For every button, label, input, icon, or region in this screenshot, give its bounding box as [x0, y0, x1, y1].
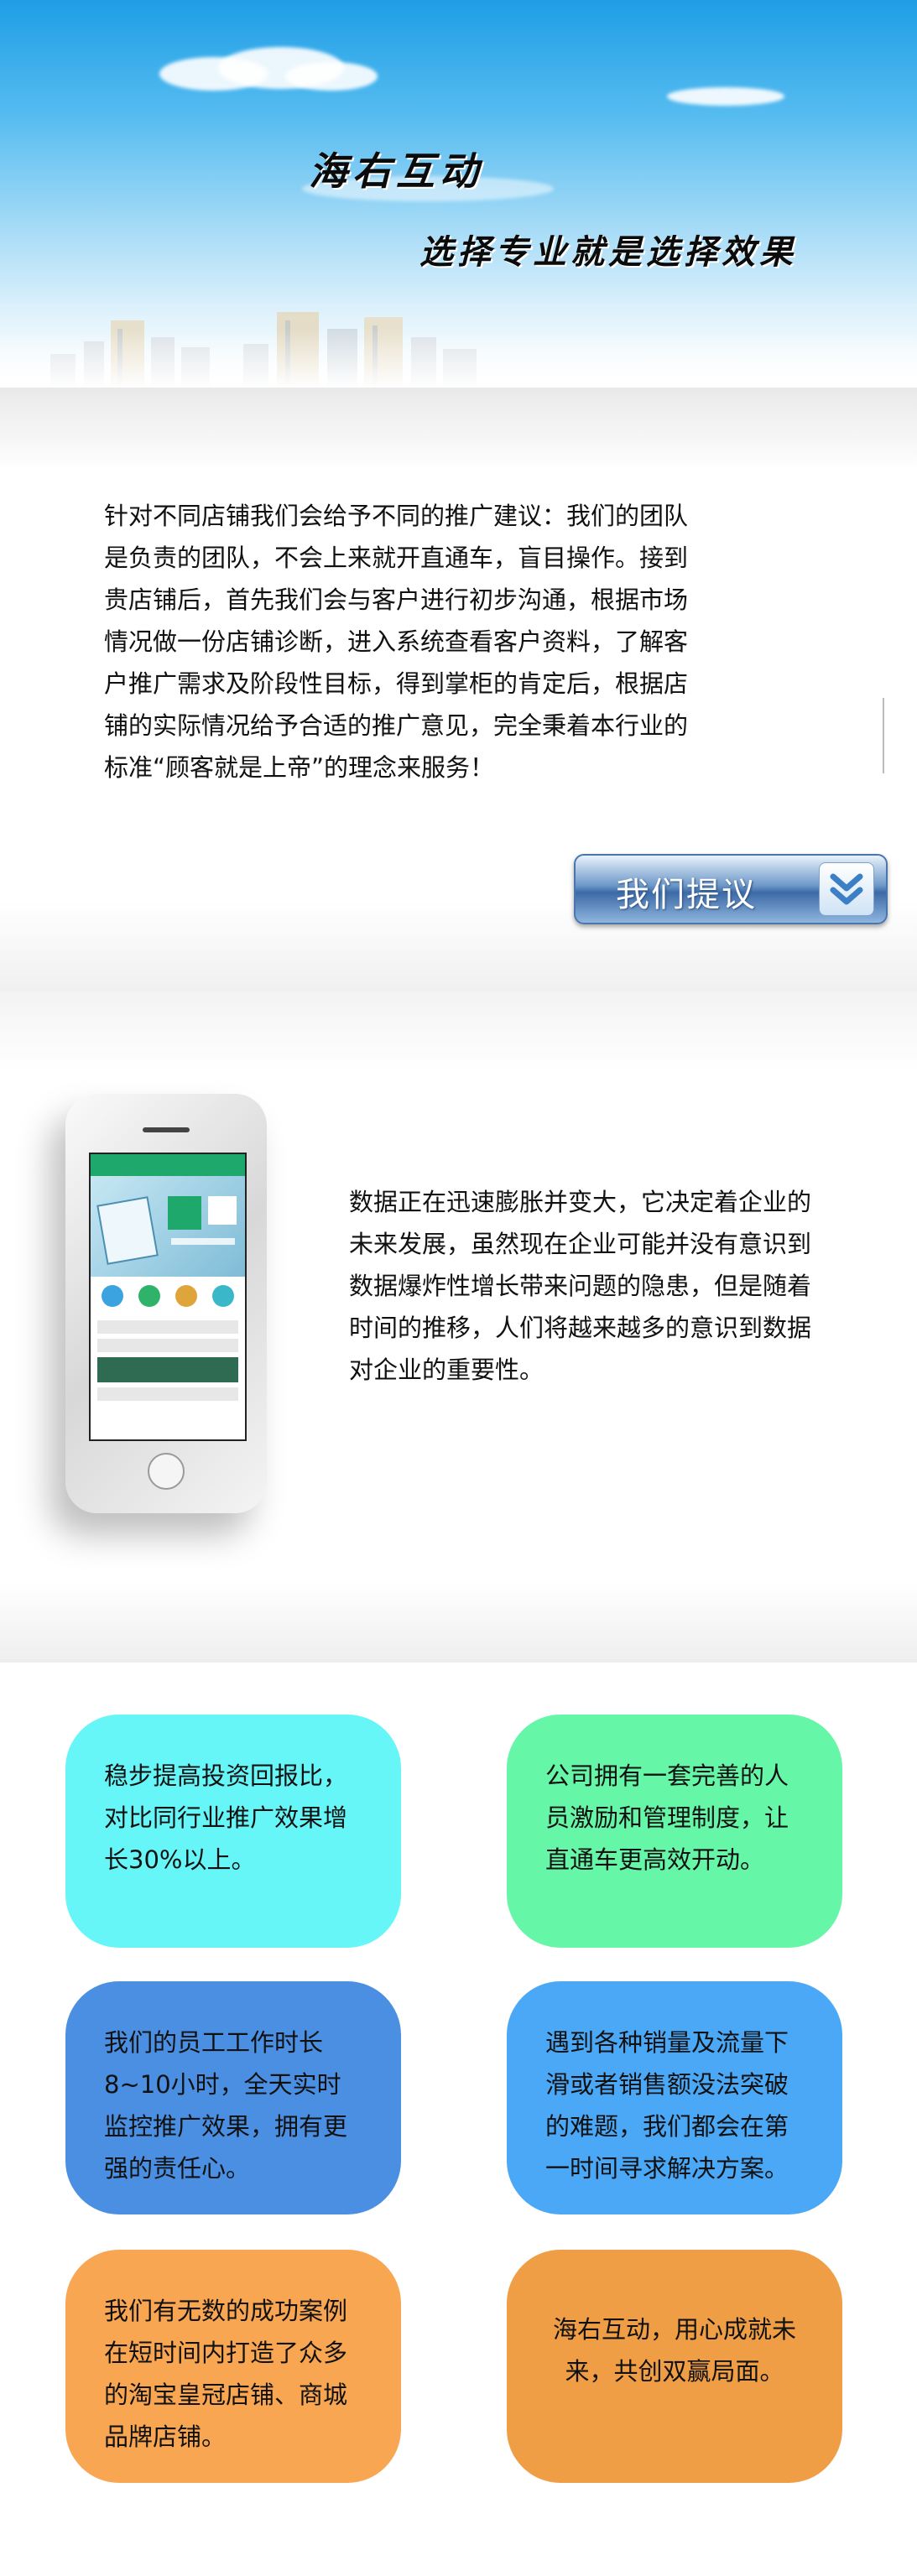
- feature-card: 我们的员工工作时长8~10小时，全天实时监控推广效果，拥有更强的责任心。: [65, 1981, 401, 2214]
- feature-card-text: 海右互动，用心成就未来，共创双赢局面。: [552, 2315, 796, 2386]
- cloud: [667, 87, 784, 106]
- suggestion-button-label: 我们提议: [616, 876, 757, 914]
- phone-banner: [91, 1176, 245, 1277]
- feature-card: 稳步提高投资回报比，对比同行业推广效果增长30%以上。: [65, 1715, 401, 1948]
- phone-speaker: [143, 1127, 190, 1132]
- cloud: [285, 62, 378, 91]
- features-section: 稳步提高投资回报比，对比同行业推广效果增长30%以上。 公司拥有一套完善的人员激…: [0, 1663, 917, 2576]
- intro-section: 针对不同店铺我们会给予不同的推广建议：我们的团队是负责的团队，不会上来就开直通车…: [0, 388, 917, 991]
- hero-title: 海右互动: [309, 148, 483, 194]
- feature-card-text: 我们有无数的成功案例在短时间内打造了众多的淘宝皇冠店铺、商城品牌店铺。: [104, 2297, 348, 2451]
- feature-card: 我们有无数的成功案例在短时间内打造了众多的淘宝皇冠店铺、商城品牌店铺。: [65, 2250, 401, 2483]
- feature-card: 海右互动，用心成就未来，共创双赢局面。: [507, 2250, 842, 2483]
- data-paragraph: 数据正在迅速膨胀并变大，它决定着企业的未来发展，虽然现在企业可能并没有意识到数据…: [349, 1188, 812, 1384]
- phone-content-rows: [91, 1320, 245, 1401]
- phone-screen: [89, 1153, 247, 1441]
- hero-fade: [0, 329, 917, 388]
- phone-icon-row: [91, 1277, 245, 1315]
- feature-card-text: 稳步提高投资回报比，对比同行业推广效果增长30%以上。: [104, 1762, 348, 1874]
- smartphone-image: [65, 1094, 267, 1513]
- phone-app-bar: [91, 1154, 245, 1176]
- home-button: [148, 1453, 185, 1490]
- feature-card-text: 我们的员工工作时长8~10小时，全天实时监控推广效果，拥有更强的责任心。: [104, 2028, 348, 2183]
- divider: [883, 698, 884, 773]
- intro-paragraph: 针对不同店铺我们会给予不同的推广建议：我们的团队是负责的团队，不会上来就开直通车…: [104, 502, 689, 782]
- feature-card: 遇到各种销量及流量下滑或者销售额没法突破的难题，我们都会在第一时间寻求解决方案。: [507, 1981, 842, 2214]
- double-chevron-down-icon: [819, 862, 874, 916]
- hero-slogan: 选择专业就是选择效果: [419, 233, 797, 272]
- feature-card-text: 公司拥有一套完善的人员激励和管理制度，让直通车更高效开动。: [545, 1762, 789, 1874]
- feature-card: 公司拥有一套完善的人员激励和管理制度，让直通车更高效开动。: [507, 1715, 842, 1948]
- data-section: 数据正在迅速膨胀并变大，它决定着企业的未来发展，虽然现在企业可能并没有意识到数据…: [0, 991, 917, 1663]
- feature-card-text: 遇到各种销量及流量下滑或者销售额没法突破的难题，我们都会在第一时间寻求解决方案。: [545, 2028, 789, 2183]
- hero-banner: 海右互动 选择专业就是选择效果: [0, 0, 917, 388]
- suggestion-button[interactable]: 我们提议: [574, 854, 888, 924]
